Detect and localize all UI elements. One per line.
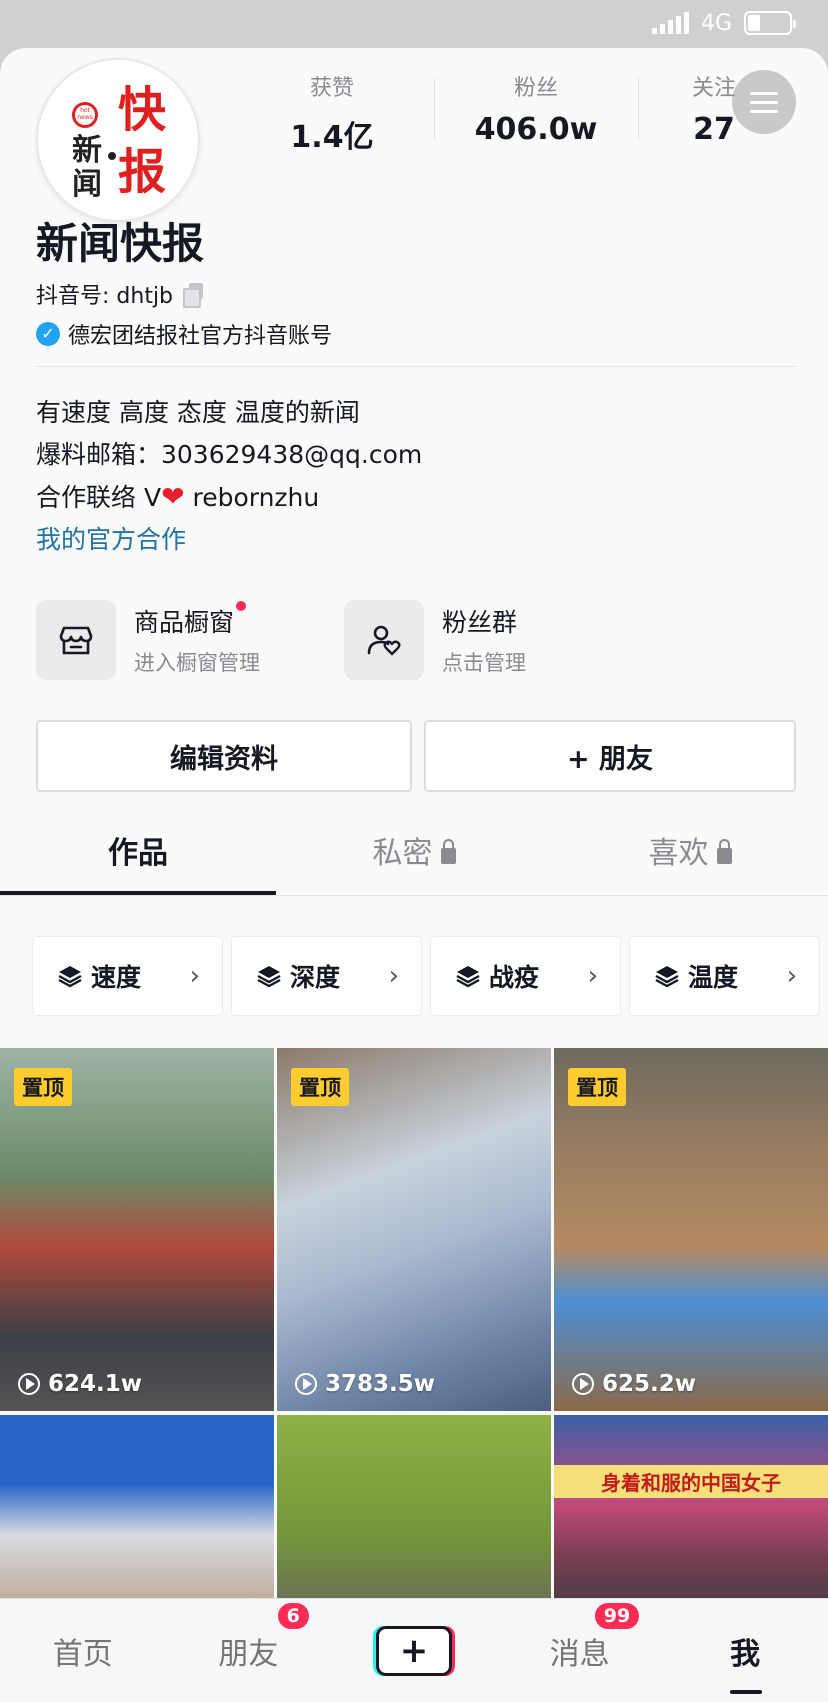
avatar-char-xin: 新 xyxy=(72,133,102,168)
bio-contact-line: 合作联络 V❤ rebornzhu xyxy=(36,476,422,519)
view-count: 3783.5w xyxy=(295,1371,435,1397)
entry-subtitle: 进入橱窗管理 xyxy=(134,651,260,675)
tab-private[interactable]: 私密 xyxy=(276,824,552,895)
notification-dot xyxy=(236,601,247,611)
layers-icon xyxy=(655,966,679,988)
nav-me[interactable]: 我 xyxy=(662,1629,828,1673)
fan-group-icon xyxy=(344,600,424,680)
stat-label: 粉丝 xyxy=(513,76,558,101)
play-icon xyxy=(295,1373,317,1395)
collection-depth[interactable]: 深度 › xyxy=(231,936,422,1016)
chevron-right-icon: › xyxy=(189,961,200,991)
douyin-id-row: 抖音号: dhtjb xyxy=(36,278,205,310)
profile-sheet: hot news 新 闻 快 报 获赞 1.4亿 粉丝 406.0w 关注 27… xyxy=(0,48,828,1702)
video-thumbnail[interactable]: 置顶 3783.5w xyxy=(277,1048,551,1411)
entry-title: 粉丝群 xyxy=(442,608,518,637)
nav-friends[interactable]: 朋友 6 xyxy=(166,1600,332,1673)
battery-icon xyxy=(744,11,796,35)
chevron-right-icon: › xyxy=(587,961,598,991)
bottom-navigation: 首页 朋友 6 + 消息 99 我 xyxy=(0,1598,828,1702)
verified-check-icon: ✓ xyxy=(36,322,60,346)
nav-home[interactable]: 首页 xyxy=(0,1629,166,1673)
bio-line: 爆料邮箱：303629438@qq.com xyxy=(36,440,423,469)
network-label: 4G xyxy=(700,10,732,36)
video-grid: 置顶 624.1w 置顶 3783.5w 置顶 625.2w 身着和服的中国女子 xyxy=(0,1048,828,1615)
entry-subtitle: 点击管理 xyxy=(442,651,526,675)
stat-label: 获赞 xyxy=(309,76,354,101)
divider xyxy=(36,366,796,367)
profile-stats: 获赞 1.4亿 粉丝 406.0w 关注 27 xyxy=(230,70,790,156)
view-count: 624.1w xyxy=(18,1371,142,1397)
shop-window-entry[interactable]: 商品橱窗 进入橱窗管理 xyxy=(36,600,260,680)
avatar-dot xyxy=(108,152,116,160)
status-bar: 4G xyxy=(0,0,828,46)
tab-works[interactable]: 作品 xyxy=(0,824,276,895)
entry-title: 商品橱窗 xyxy=(134,601,247,639)
play-icon xyxy=(18,1373,40,1395)
profile-bio: 有速度 高度 态度 温度的新闻 爆料邮箱：303629438@qq.com 合作… xyxy=(36,392,422,561)
lock-icon xyxy=(440,839,456,864)
fan-group-entry[interactable]: 粉丝群 点击管理 xyxy=(344,600,526,680)
layers-icon xyxy=(58,966,82,988)
hamburger-menu-button[interactable] xyxy=(732,70,796,134)
contact-prefix: 合作联络 V xyxy=(36,483,162,512)
nav-create[interactable]: + xyxy=(331,1625,497,1676)
notification-badge: 6 xyxy=(275,1600,311,1631)
tab-likes[interactable]: 喜欢 xyxy=(552,824,828,895)
edit-profile-button[interactable]: 编辑资料 xyxy=(36,720,412,792)
layers-icon xyxy=(257,966,281,988)
official-cooperation-link[interactable]: 我的官方合作 xyxy=(36,519,422,561)
play-icon xyxy=(572,1373,594,1395)
stat-likes[interactable]: 获赞 1.4亿 xyxy=(230,70,434,156)
video-thumbnail[interactable]: 身着和服的中国女子 xyxy=(554,1415,828,1615)
avatar-char-wen: 闻 xyxy=(72,167,102,202)
active-nav-indicator xyxy=(730,1690,762,1694)
avatar-char-bao: 报 xyxy=(118,144,167,200)
profile-nickname: 新闻快报 xyxy=(36,219,205,268)
add-friend-button[interactable]: + 朋友 xyxy=(424,720,796,792)
view-count: 625.2w xyxy=(572,1371,696,1397)
collection-row: 速度 › 深度 › 战疫 › 温度 › xyxy=(32,936,820,1016)
notification-badge: 99 xyxy=(592,1600,642,1631)
copy-icon[interactable] xyxy=(183,283,205,308)
heart-icon: ❤ xyxy=(161,480,185,513)
nav-messages[interactable]: 消息 99 xyxy=(497,1600,663,1673)
avatar-char-kuai: 快 xyxy=(118,82,167,138)
collection-warmth[interactable]: 温度 › xyxy=(629,936,820,1016)
stat-value: 1.4亿 xyxy=(290,120,374,155)
bio-line: 有速度 高度 态度 温度的新闻 xyxy=(36,398,360,427)
create-plus-button[interactable]: + xyxy=(375,1625,452,1676)
layers-icon xyxy=(456,966,480,988)
pinned-badge: 置顶 xyxy=(568,1068,626,1106)
video-thumbnail[interactable] xyxy=(0,1415,274,1615)
pinned-badge: 置顶 xyxy=(291,1068,349,1106)
collection-epidemic[interactable]: 战疫 › xyxy=(430,936,621,1016)
verification-row: ✓ 德宏团结报社官方抖音账号 xyxy=(36,318,332,350)
lock-icon xyxy=(716,839,732,864)
video-thumbnail[interactable]: 置顶 624.1w xyxy=(0,1048,274,1411)
verification-text: 德宏团结报社官方抖音账号 xyxy=(68,324,333,349)
stat-followers[interactable]: 粉丝 406.0w xyxy=(434,70,638,156)
chevron-right-icon: › xyxy=(786,961,797,991)
content-tabs: 作品 私密 喜欢 xyxy=(0,824,828,896)
collection-speed[interactable]: 速度 › xyxy=(32,936,223,1016)
video-thumbnail[interactable]: 置顶 625.2w xyxy=(554,1048,828,1411)
video-caption: 身着和服的中国女子 xyxy=(554,1465,828,1498)
avatar-hot-news-mark: hot news xyxy=(72,102,98,128)
stat-value: 406.0w xyxy=(474,112,598,147)
signal-icon xyxy=(651,12,689,34)
pinned-badge: 置顶 xyxy=(14,1068,72,1106)
chevron-right-icon: › xyxy=(388,961,399,991)
avatar[interactable]: hot news 新 闻 快 报 xyxy=(36,58,200,222)
douyin-id-text: 抖音号: dhtjb xyxy=(36,284,174,309)
shop-icon xyxy=(36,600,116,680)
contact-suffix: rebornzhu xyxy=(184,483,320,512)
video-thumbnail[interactable] xyxy=(277,1415,551,1615)
